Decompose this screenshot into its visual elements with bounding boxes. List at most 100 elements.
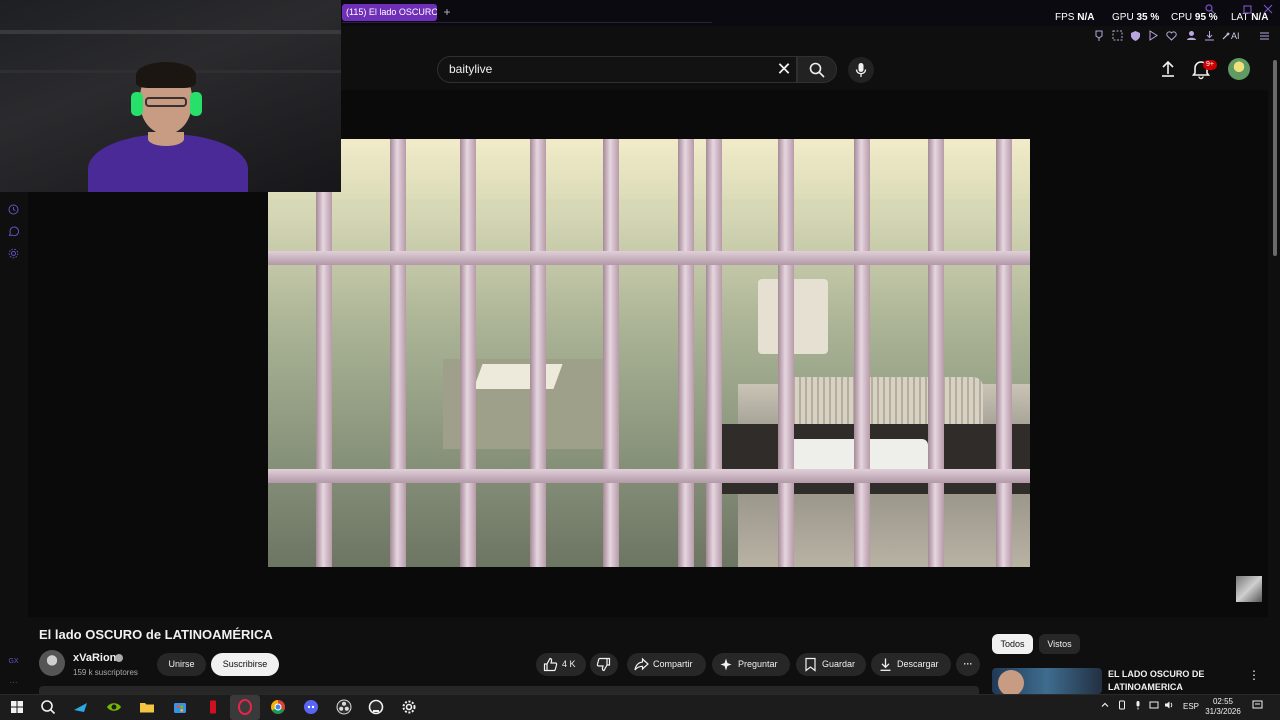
sparkle-icon <box>720 658 732 671</box>
hud-gpu-value: 35 % <box>1136 12 1160 23</box>
join-button[interactable]: Unirse <box>157 653 206 676</box>
search-input[interactable]: baitylive <box>437 56 797 83</box>
hud-fps: FPS N/A <box>1055 12 1094 23</box>
tab-strip-divider <box>342 22 712 23</box>
opera-gx-icon[interactable] <box>235 697 255 717</box>
like-button[interactable]: 4 K <box>536 653 586 676</box>
download-icon[interactable] <box>1202 30 1216 46</box>
history-clock-icon[interactable] <box>7 204 20 217</box>
webcam-shelf <box>0 30 341 34</box>
bookmark-icon <box>805 657 816 672</box>
hud-gpu-label: GPU <box>1112 12 1134 23</box>
player-play-icon[interactable] <box>1146 30 1160 46</box>
red-app-icon[interactable] <box>203 697 223 717</box>
page-scrollbar-thumb[interactable] <box>1273 60 1277 256</box>
webcam-person-hair <box>136 62 196 88</box>
tray-notification-icon[interactable] <box>1252 700 1263 712</box>
webcam-person-neck <box>148 132 184 146</box>
dislike-button[interactable] <box>590 653 618 676</box>
channel-subscriber-count: 159 k suscriptores <box>73 668 138 677</box>
thumbnail-face <box>998 670 1024 694</box>
clock-date: 31/3/2026 <box>1205 707 1241 716</box>
webcam-headset <box>190 92 202 116</box>
steam-icon[interactable] <box>71 697 91 717</box>
new-tab-button[interactable]: + <box>440 4 454 21</box>
tray-microphone-icon[interactable] <box>1133 700 1143 712</box>
cell-bar <box>778 139 794 567</box>
search-clear-button[interactable]: ✕ <box>774 57 794 81</box>
verified-badge-icon <box>115 654 123 662</box>
recommended-video-more-button[interactable]: ⋮ <box>1247 668 1261 682</box>
ai-label[interactable]: AI <box>1231 31 1240 41</box>
taskbar-clock[interactable]: 02:55 31/3/2026 <box>1200 697 1246 717</box>
clock-time: 02:55 <box>1212 697 1234 706</box>
microsoft-store-icon[interactable] <box>170 697 190 717</box>
share-arrow-icon <box>634 657 649 671</box>
tray-volume-icon[interactable] <box>1164 700 1175 712</box>
voice-search-button[interactable] <box>848 57 874 83</box>
cell-bar <box>678 139 694 567</box>
channel-watermark[interactable] <box>1236 576 1262 602</box>
webcam-overlay <box>0 0 341 192</box>
settings-icon[interactable] <box>399 697 419 717</box>
upload-icon[interactable] <box>1157 58 1179 80</box>
cell-bar <box>854 139 870 567</box>
tray-chevron-up-icon[interactable] <box>1100 700 1110 712</box>
window-search-icon[interactable] <box>1205 4 1215 17</box>
cell-bar <box>928 139 944 567</box>
video-frame[interactable] <box>268 139 1030 567</box>
hud-fps-label: FPS <box>1055 12 1075 23</box>
subscribe-button[interactable]: Suscribirse <box>211 653 279 676</box>
settings-gear-icon[interactable] <box>7 248 20 261</box>
window-restore-icon[interactable] <box>1243 4 1253 17</box>
app-circle-icon[interactable] <box>366 697 386 717</box>
file-explorer-icon[interactable] <box>137 697 157 717</box>
cell-bar <box>603 139 619 567</box>
search-button[interactable] <box>797 56 837 83</box>
cell-bar <box>530 139 546 567</box>
download-label: Descargar <box>897 659 939 669</box>
windows-start-icon[interactable] <box>7 697 27 717</box>
share-button[interactable]: Compartir <box>627 653 706 676</box>
taskbar-search-icon[interactable] <box>38 697 58 717</box>
recommended-video-thumbnail[interactable] <box>992 668 1102 694</box>
heart-icon[interactable] <box>1164 30 1178 46</box>
ask-button[interactable]: Preguntar <box>712 653 790 676</box>
tray-wifi-icon[interactable] <box>1149 700 1159 712</box>
channel-name[interactable]: xVaRion <box>73 652 116 664</box>
snapshot-icon[interactable] <box>1110 30 1124 46</box>
sidebar-more-label[interactable]: ··· <box>7 676 20 689</box>
cell-bar <box>996 139 1012 567</box>
gx-label[interactable]: GX <box>7 655 20 668</box>
adblock-shield-icon[interactable] <box>1128 30 1142 46</box>
filter-chip-watched[interactable]: Vistos <box>1039 634 1080 654</box>
user-avatar[interactable] <box>1228 58 1250 80</box>
save-label: Guardar <box>822 659 856 669</box>
thumbs-up-icon <box>543 657 558 672</box>
tray-language[interactable]: ESP <box>1183 702 1199 711</box>
scene-wall <box>268 139 1030 199</box>
save-button[interactable]: Guardar <box>796 653 866 676</box>
windows-taskbar <box>0 694 1280 720</box>
menu-icon[interactable] <box>1257 30 1271 46</box>
discord-icon[interactable] <box>301 697 321 717</box>
browser-toolbar: AI <box>342 30 1280 48</box>
recommended-video-title[interactable]: EL LADO OSCURO DE LATINOAMERICA <box>1108 668 1238 694</box>
messenger-icon[interactable] <box>7 226 20 239</box>
obs-icon[interactable] <box>334 697 354 717</box>
channel-avatar[interactable] <box>39 650 65 676</box>
more-actions-button[interactable]: ··· <box>956 653 980 676</box>
nvidia-icon[interactable] <box>104 697 124 717</box>
filter-chip-all[interactable]: Todos <box>992 634 1033 654</box>
description-box[interactable] <box>39 686 979 694</box>
window-close-icon[interactable] <box>1263 4 1273 17</box>
tray-network-usb-icon[interactable] <box>1117 700 1127 712</box>
video-title: El lado OSCURO de LATINOAMÉRICA <box>39 627 273 642</box>
notification-count-badge: 9+ <box>1203 60 1217 70</box>
browser-tab-active[interactable]: (115) El lado OSCURO <box>342 4 437 21</box>
search-icon <box>809 62 825 78</box>
download-button[interactable]: Descargar <box>871 653 951 676</box>
profile-icon[interactable] <box>1184 30 1198 46</box>
chrome-icon[interactable] <box>268 697 288 717</box>
pin-icon[interactable] <box>1092 30 1106 46</box>
